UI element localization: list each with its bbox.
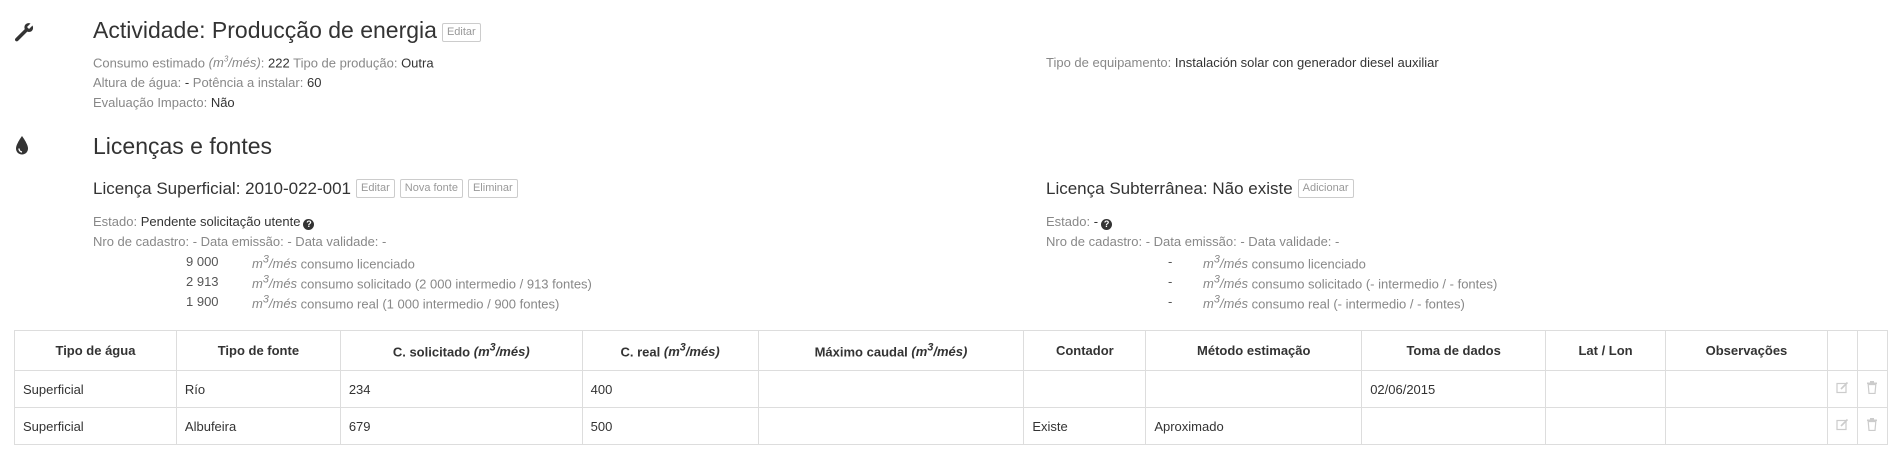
superficial-num-0: 9 000	[186, 254, 219, 269]
activity-title: Actividade: Producção de energia	[93, 17, 437, 43]
potencia-label: Potência a instalar:	[192, 75, 304, 90]
evaluacao-label: Evaluação Impacto:	[93, 95, 208, 110]
cell-c-real: 500	[581, 407, 759, 445]
col-maximo-caudal: Máximo caudal (m3/més)	[757, 330, 1025, 371]
col-tipo-fonte: Tipo de fonte	[175, 330, 341, 371]
superficial-estado-value: Pendente solicitação utente	[140, 214, 301, 229]
edit-icon[interactable]	[1836, 381, 1849, 397]
subterranea-num-0: -	[1168, 254, 1173, 269]
edit-icon[interactable]	[1836, 418, 1849, 434]
altura-label: Altura de água:	[93, 75, 182, 90]
delete-cell	[1856, 370, 1889, 408]
col-toma-dados: Toma de dados	[1361, 330, 1547, 371]
licenca-superficial-header: Licença Superficial: 2010-022-001 Editar N…	[93, 179, 518, 199]
licencas-title: Licenças e fontes	[93, 133, 273, 159]
table-header-row: Tipo de água Tipo de fonte C. solicitado…	[14, 330, 1889, 371]
cell-c-real: 400	[581, 370, 759, 408]
trash-icon[interactable]	[1866, 381, 1878, 397]
cell-maximo-caudal	[757, 370, 1025, 408]
col-lat-lon: Lat / Lon	[1545, 330, 1666, 371]
subterranea-num-2: -	[1168, 294, 1173, 309]
water-drop-icon	[14, 135, 30, 160]
tipo-equipamento-line: Tipo de equipamento: Instalación solar c…	[1046, 55, 1439, 70]
col-c-real: C. real (m3/més)	[581, 330, 759, 371]
cell-metodo: Aproximado	[1145, 407, 1363, 445]
subterranea-estado-line: Estado: -?	[1046, 214, 1113, 230]
cell-tipo-agua: Superficial	[14, 407, 177, 445]
cell-maximo-caudal	[757, 407, 1025, 445]
nova-fonte-button[interactable]: Nova fonte	[399, 179, 463, 198]
tipo-equipamento-label: Tipo de equipamento:	[1046, 55, 1172, 70]
superficial-edit-button[interactable]: Editar	[356, 179, 395, 198]
superficial-num-1: 2 913	[186, 274, 219, 289]
subterranea-num-1: -	[1168, 274, 1173, 289]
col-edit	[1826, 330, 1858, 371]
trash-icon[interactable]	[1866, 418, 1878, 434]
cell-c-solicitado: 234	[339, 370, 583, 408]
cell-tipo-fonte: Albufeira	[175, 407, 341, 445]
cell-tipo-fonte: Río	[175, 370, 341, 408]
activity-title-row: Actividade: Producção de energia Editar	[93, 17, 481, 44]
col-tipo-agua: Tipo de água	[14, 330, 177, 371]
edit-cell	[1826, 407, 1858, 445]
col-observacoes: Observações	[1665, 330, 1828, 371]
activity-line-3: Evaluação Impacto: Não	[93, 95, 235, 110]
table-row: Superficial Río 234 400 02/06/2015	[14, 370, 1889, 408]
cell-c-solicitado: 679	[339, 407, 583, 445]
tipo-equipamento-value: Instalación solar con generador diesel a…	[1174, 55, 1439, 70]
cell-toma-dados: 02/06/2015	[1361, 370, 1547, 408]
adicionar-button[interactable]: Adicionar	[1297, 179, 1354, 198]
tipo-producao-label: Tipo de produção:	[293, 55, 398, 71]
cell-toma-dados	[1361, 407, 1547, 445]
subterranea-estado-label: Estado:	[1046, 214, 1091, 229]
help-icon[interactable]: ?	[303, 219, 315, 230]
cell-lat-lon	[1545, 370, 1666, 408]
cell-metodo	[1145, 370, 1363, 408]
wrench-icon	[12, 20, 36, 47]
superficial-desc-0: m3/més consumo licenciado	[252, 254, 415, 272]
cell-contador: Existe	[1023, 407, 1147, 445]
cell-contador	[1023, 370, 1147, 408]
superficial-estado-line: Estado: Pendente solicitação utente?	[93, 214, 315, 230]
col-delete	[1856, 330, 1889, 371]
licenca-subterranea-header: Licença Subterrânea: Não existe Adicionar	[1046, 179, 1354, 199]
evaluacao-value: Não	[210, 95, 235, 110]
cell-observacoes	[1665, 407, 1828, 445]
superficial-num-2: 1 900	[186, 294, 219, 309]
superficial-estado-label: Estado:	[93, 214, 138, 229]
help-icon[interactable]: ?	[1101, 219, 1113, 230]
subterranea-estado-value: -	[1093, 214, 1099, 229]
subterranea-cadastro-line: Nro de cadastro: - Data emissão: - Data …	[1046, 234, 1340, 249]
licenca-superficial-title: Licença Superficial: 2010-022-001	[93, 179, 352, 198]
superficial-desc-1: m3/més consumo solicitado (2 000 interme…	[252, 274, 592, 292]
activity-line-2: Altura de água: - Potência a instalar: 6…	[93, 75, 321, 90]
consumo-unit: (m3/més)	[208, 55, 261, 71]
consumo-label: Consumo estimado	[93, 55, 205, 71]
subterranea-desc-0: m3/més consumo licenciado	[1203, 254, 1366, 272]
subterranea-desc-2: m3/més consumo real (- intermedio / - fo…	[1203, 294, 1465, 312]
fontes-table: Tipo de água Tipo de fonte C. solicitado…	[14, 330, 1889, 445]
activity-edit-button[interactable]: Editar	[441, 23, 481, 42]
cell-lat-lon	[1545, 407, 1666, 445]
eliminar-button[interactable]: Eliminar	[467, 179, 518, 198]
col-metodo: Método estimação	[1145, 330, 1363, 371]
altura-value: -	[184, 75, 190, 90]
edit-cell	[1826, 370, 1858, 408]
tipo-producao-value: Outra	[401, 55, 434, 71]
col-contador: Contador	[1023, 330, 1147, 371]
table-row: Superficial Albufeira 679 500 Existe Apr…	[14, 407, 1889, 445]
consumo-value: 222	[268, 55, 290, 71]
col-c-solicitado: C. solicitado (m3/més)	[339, 330, 583, 371]
cell-observacoes	[1665, 370, 1828, 408]
superficial-cadastro-line: Nro de cadastro: - Data emissão: - Data …	[93, 234, 387, 249]
activity-line-1: Consumo estimado (m3/més): 222 Tipo de p…	[93, 55, 434, 71]
potencia-value: 60	[306, 75, 322, 90]
delete-cell	[1856, 407, 1889, 445]
licenca-subterranea-title: Licença Subterrânea: Não existe	[1046, 179, 1293, 198]
superficial-desc-2: m3/més consumo real (1 000 intermedio / …	[252, 294, 560, 312]
cell-tipo-agua: Superficial	[14, 370, 177, 408]
subterranea-desc-1: m3/més consumo solicitado (- intermedio …	[1203, 274, 1498, 292]
